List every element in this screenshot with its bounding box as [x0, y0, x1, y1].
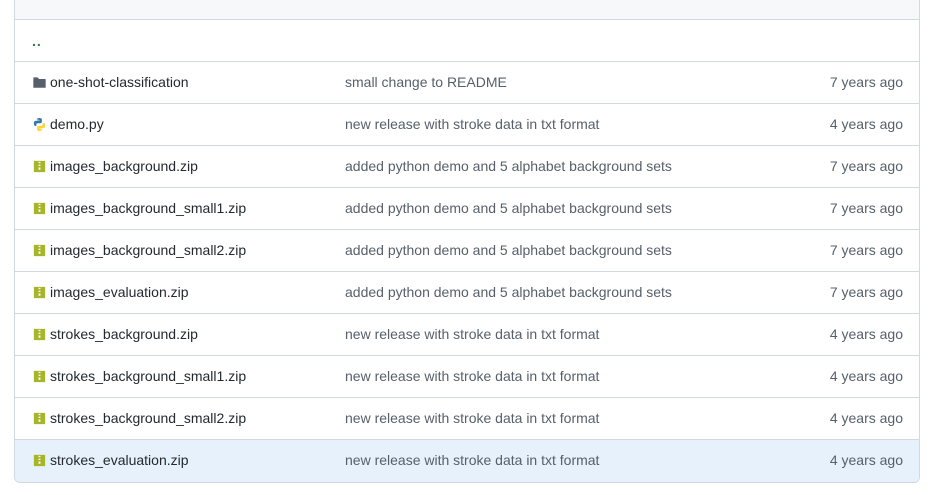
commit-age: 7 years ago — [829, 284, 903, 300]
file-row[interactable]: images_evaluation.zip added python demo … — [15, 272, 919, 314]
table-header — [15, 0, 919, 20]
zip-file-icon — [32, 369, 47, 384]
commit-age: 4 years ago — [829, 116, 903, 132]
file-name-link[interactable]: strokes_background_small2.zip — [50, 410, 246, 426]
file-name-link[interactable]: demo.py — [50, 116, 104, 132]
folder-icon — [32, 75, 47, 90]
file-row[interactable]: strokes_background.zip new release with … — [15, 314, 919, 356]
commit-message-link[interactable]: new release with stroke data in txt form… — [345, 452, 599, 468]
file-row[interactable]: images_background_small2.zip added pytho… — [15, 230, 919, 272]
file-name-link[interactable]: images_background_small2.zip — [50, 242, 246, 258]
file-name-link[interactable]: images_background_small1.zip — [50, 200, 246, 216]
parent-directory-row[interactable]: .. — [15, 20, 919, 62]
zip-file-icon — [32, 453, 47, 468]
commit-age: 4 years ago — [829, 410, 903, 426]
file-row[interactable]: strokes_evaluation.zip new release with … — [15, 440, 919, 482]
file-row[interactable]: demo.py new release with stroke data in … — [15, 104, 919, 146]
commit-message-link[interactable]: added python demo and 5 alphabet backgro… — [345, 200, 672, 216]
file-row[interactable]: strokes_background_small2.zip new releas… — [15, 398, 919, 440]
file-row[interactable]: images_background.zip added python demo … — [15, 146, 919, 188]
file-name-link[interactable]: strokes_background_small1.zip — [50, 368, 246, 384]
file-row[interactable]: one-shot-classification small change to … — [15, 62, 919, 104]
parent-directory-link[interactable]: .. — [32, 33, 42, 49]
commit-message-link[interactable]: added python demo and 5 alphabet backgro… — [345, 242, 672, 258]
zip-file-icon — [32, 327, 47, 342]
zip-file-icon — [32, 243, 47, 258]
zip-file-icon — [32, 201, 47, 216]
file-name-link[interactable]: strokes_evaluation.zip — [50, 452, 189, 468]
commit-message-link[interactable]: small change to README — [345, 74, 507, 90]
commit-message-link[interactable]: new release with stroke data in txt form… — [345, 410, 599, 426]
file-list-table: .. one-shot-classification small change … — [14, 0, 920, 483]
commit-age: 7 years ago — [829, 158, 903, 174]
file-name-link[interactable]: one-shot-classification — [50, 74, 189, 90]
commit-message-link[interactable]: new release with stroke data in txt form… — [345, 116, 599, 132]
commit-age: 4 years ago — [829, 326, 903, 342]
commit-message-link[interactable]: added python demo and 5 alphabet backgro… — [345, 158, 672, 174]
commit-message-link[interactable]: new release with stroke data in txt form… — [345, 326, 599, 342]
commit-age: 7 years ago — [829, 200, 903, 216]
file-row[interactable]: strokes_background_small1.zip new releas… — [15, 356, 919, 398]
commit-age: 4 years ago — [829, 452, 903, 468]
python-file-icon — [32, 117, 47, 132]
zip-file-icon — [32, 159, 47, 174]
file-name-link[interactable]: images_background.zip — [50, 158, 198, 174]
commit-age: 4 years ago — [829, 368, 903, 384]
commit-message-link[interactable]: added python demo and 5 alphabet backgro… — [345, 284, 672, 300]
zip-file-icon — [32, 411, 47, 426]
commit-message-link[interactable]: new release with stroke data in txt form… — [345, 368, 599, 384]
file-name-link[interactable]: strokes_background.zip — [50, 326, 198, 342]
file-row[interactable]: images_background_small1.zip added pytho… — [15, 188, 919, 230]
commit-age: 7 years ago — [829, 74, 903, 90]
commit-age: 7 years ago — [829, 242, 903, 258]
file-name-link[interactable]: images_evaluation.zip — [50, 284, 189, 300]
zip-file-icon — [32, 285, 47, 300]
